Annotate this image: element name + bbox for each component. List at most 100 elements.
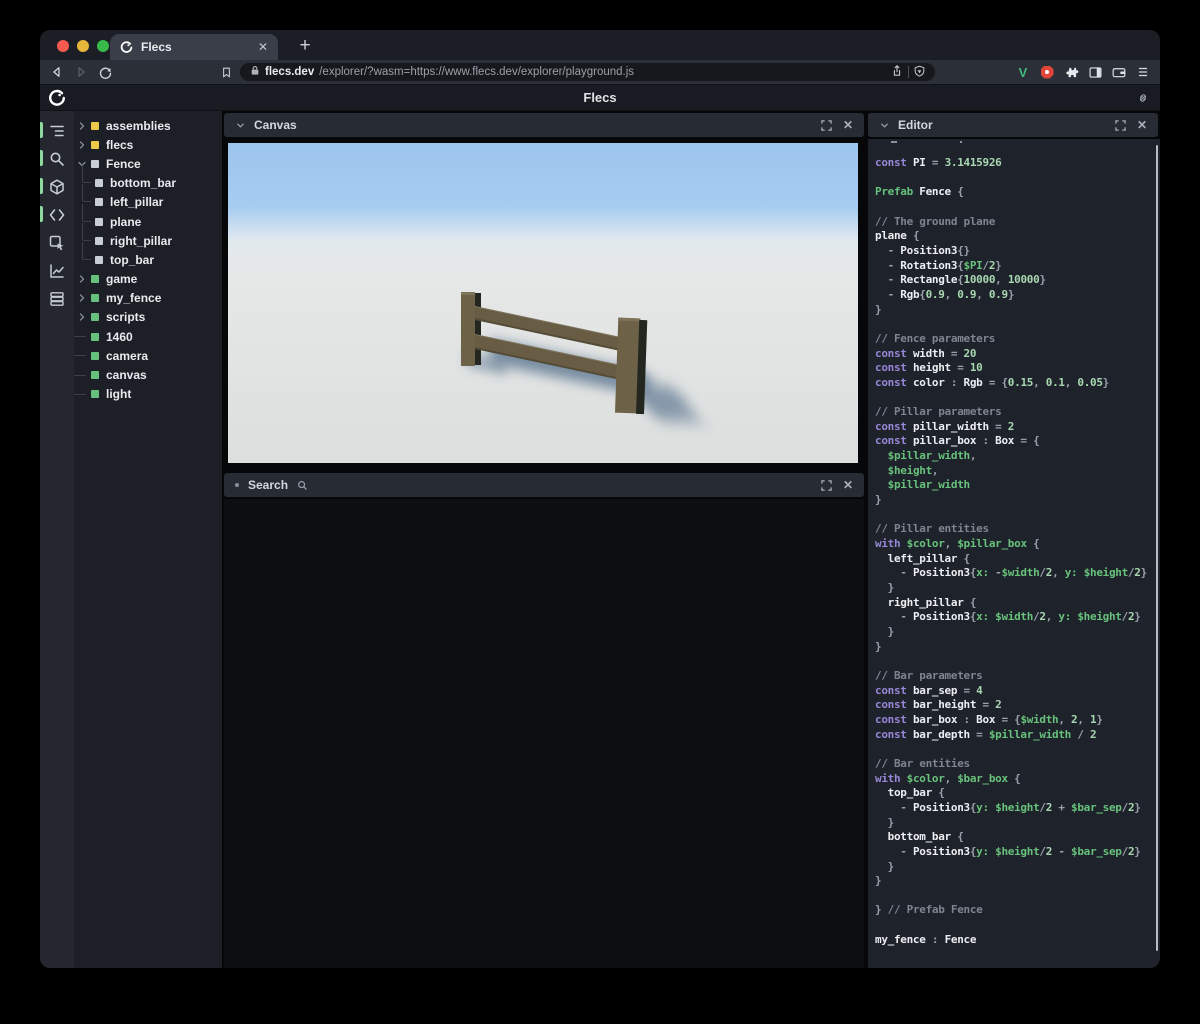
entity-square-icon [95,237,103,245]
code-editor[interactable]: const PI = 3.1415926 Prefab Fence { // T… [868,139,1160,968]
tree-item-right_pillar[interactable]: right_pillar [74,231,222,250]
code-line [875,742,1152,757]
tree-view-icon [48,122,66,140]
sidebar-icon-charts[interactable] [40,258,74,283]
address-bar[interactable]: flecs.dev/explorer/?wasm=https://www.fle… [240,63,935,81]
tree-item-left_pillar[interactable]: left_pillar [74,193,222,212]
wallet-icon[interactable] [1109,62,1129,82]
editor-panel-header: Editor ✕ [868,113,1158,137]
sidebar-icon-canvas-3d[interactable] [40,174,74,199]
canvas-3d-viewport[interactable] [228,143,858,463]
entity-square-icon [91,122,99,130]
entity-square-icon [91,275,99,283]
sidebar-icon-code-editor[interactable] [40,202,74,227]
code-line [875,171,1152,186]
tree-item-camera[interactable]: camera [74,346,222,365]
new-tab-button[interactable]: + [292,33,318,59]
close-panel-icon[interactable]: ✕ [840,117,856,133]
share-icon[interactable] [891,64,903,80]
minimize-window-button[interactable] [77,40,89,52]
reload-button[interactable] [95,62,115,82]
close-window-button[interactable] [57,40,69,52]
tree-item-top_bar[interactable]: top_bar [74,250,222,269]
code-line: - Position3{x: $width/2, y: $height/2} [875,610,1152,625]
chevron-right-icon[interactable] [78,294,87,303]
center-column: Canvas ✕ Search [222,111,866,968]
active-indicator [40,206,43,222]
tree-item-label: flecs [106,138,133,152]
search-results-area[interactable] [224,499,864,968]
tab-close-button[interactable]: ✕ [258,40,268,54]
tree-item-my_fence[interactable]: my_fence [74,289,222,308]
sidebar-icon-tree-view[interactable] [40,118,74,143]
editor-scrollbar[interactable] [1156,145,1158,951]
chevron-right-icon[interactable] [78,121,87,130]
code-line [875,654,1152,669]
tree-item-light[interactable]: light [74,385,222,404]
editor-column: Editor ✕ const PI = 3.1415926 Prefab Fen… [866,111,1160,968]
desktop-background: Flecs ✕ + flecs.dev/explorer/?wasm=https… [0,0,1200,1024]
sidebar-icon-data-tables[interactable] [40,286,74,311]
sidebar-icon-search[interactable] [40,146,74,171]
close-panel-icon[interactable]: ✕ [840,477,856,493]
chevron-right-icon[interactable] [78,275,87,284]
vue-devtools-extension-icon[interactable]: V [1013,62,1033,82]
tree-item-canvas[interactable]: canvas [74,365,222,384]
browser-toolbar: flecs.dev/explorer/?wasm=https://www.fle… [40,60,1160,84]
extensions-puzzle-icon[interactable] [1061,62,1081,82]
bookmark-icon[interactable] [216,62,236,82]
flecs-favicon-icon [120,41,133,54]
zoom-window-button[interactable] [97,40,109,52]
tree-item-scripts[interactable]: scripts [74,308,222,327]
chevron-down-icon[interactable] [876,117,892,133]
share-link-icon[interactable] [1136,91,1150,110]
tab-title: Flecs [141,40,250,54]
code-line: Prefab Fence { [875,185,1152,200]
back-button[interactable] [47,62,67,82]
forward-button[interactable] [71,62,91,82]
chevron-down-icon[interactable] [232,117,248,133]
close-panel-icon[interactable]: ✕ [1134,117,1150,133]
tree-item-1460[interactable]: 1460 [74,327,222,346]
url-host: flecs.dev [265,66,314,78]
sidebar-icon-inspector[interactable] [40,230,74,255]
fullscreen-icon[interactable] [1112,117,1128,133]
entity-square-icon [95,256,103,264]
tree-item-assemblies[interactable]: assemblies [74,116,222,135]
tree-leaf-line [74,355,86,356]
entity-square-icon [95,218,103,226]
browser-menu-icon[interactable] [1133,62,1153,82]
fullscreen-icon[interactable] [818,477,834,493]
tree-item-bottom_bar[interactable]: bottom_bar [74,174,222,193]
tree-item-flecs[interactable]: flecs [74,135,222,154]
code-line: - Position3{x: -$width/2, y: $height/2} [875,566,1152,581]
entity-square-icon [91,294,99,302]
browser-tab[interactable]: Flecs ✕ [110,34,278,60]
code-line: right_pillar { [875,596,1152,611]
code-line: - Position3{} [875,244,1152,259]
canvas-panel-title: Canvas [254,118,297,132]
code-line [875,889,1152,904]
code-line: } // Prefab Fence [875,903,1152,918]
tree-item-game[interactable]: game [74,270,222,289]
code-line: } [875,860,1152,875]
code-line: $pillar_width [875,478,1152,493]
red-shield-extension-icon[interactable] [1037,62,1057,82]
code-line: const bar_sep = 4 [875,684,1152,699]
tree-leaf-line [74,375,86,376]
brave-shield-icon[interactable] [914,65,925,80]
url-path: /explorer/?wasm=https://www.flecs.dev/ex… [319,66,886,78]
code-line: const width = 20 [875,347,1152,362]
editor-code: const PI = 3.1415926 Prefab Fence { // T… [875,156,1152,947]
chevron-right-icon[interactable] [78,313,87,322]
collapsed-indicator-dot[interactable] [235,483,239,487]
tree-item-Fence[interactable]: Fence [74,154,222,173]
code-line: left_pillar { [875,552,1152,567]
entity-square-icon [91,160,99,168]
chevron-right-icon[interactable] [78,140,87,149]
tree-item-plane[interactable]: plane [74,212,222,231]
sidebar-toggle-icon[interactable] [1085,62,1105,82]
fullscreen-icon[interactable] [818,117,834,133]
entity-square-icon [95,198,103,206]
code-line: - Position3{y: $height/2 - $bar_sep/2} [875,845,1152,860]
